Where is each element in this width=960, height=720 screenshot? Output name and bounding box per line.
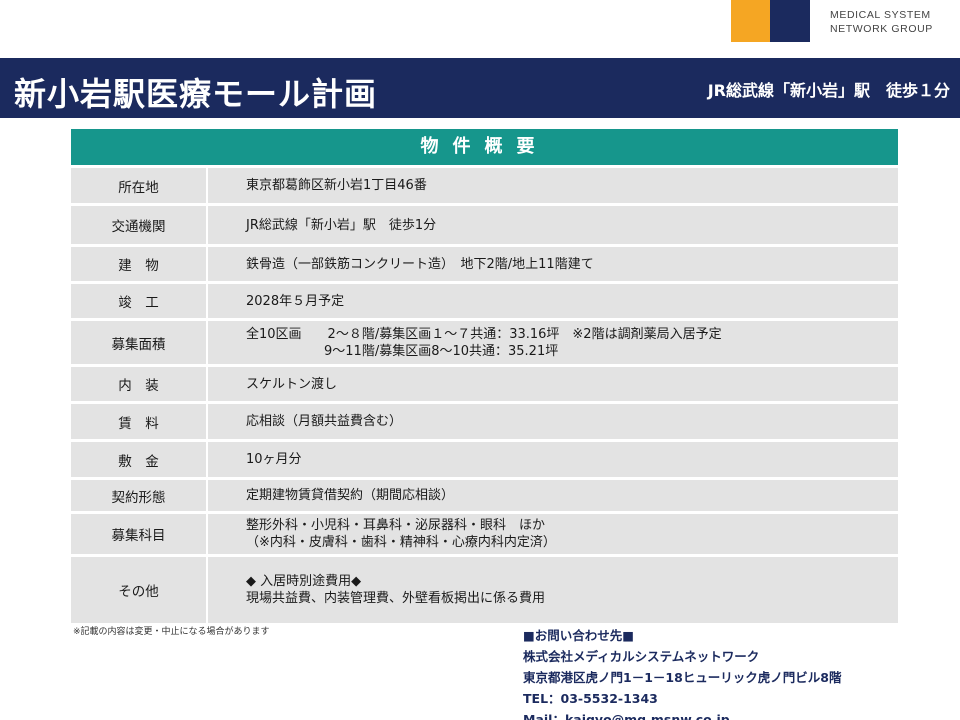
row-value-line: 東京都葛飾区新小岩1丁目46番	[246, 178, 427, 193]
table-heading: 物件概要	[71, 129, 898, 165]
row-value: 10ヶ月分	[208, 442, 898, 477]
row-value: スケルトン渡し	[208, 367, 898, 401]
row-value-line: 9～11階/募集区画8～10共通：35.21坪	[246, 343, 559, 359]
table-row: 所在地 東京都葛飾区新小岩1丁目46番	[71, 165, 898, 203]
row-label: 竣 工	[71, 284, 208, 318]
row-value-line: 定期建物賃貸借契約（期間応相談）	[246, 488, 455, 503]
table-row: 敷 金 10ヶ月分	[71, 439, 898, 477]
page-title: 新小岩駅医療モール計画	[14, 75, 378, 113]
table-row: 募集科目 整形外科・小児科・耳鼻科・泌尿器科・眼科 ほか （※内科・皮膚科・歯科・精…	[71, 511, 898, 554]
row-value-line: 10ヶ月分	[246, 452, 302, 467]
row-label: 建 物	[71, 247, 208, 281]
table-row: 交通機関 JR総武線「新小岩」駅 徒歩1分	[71, 203, 898, 244]
row-value-line: 現場共益費、内装管理費、外壁看板掲出に係る費用	[246, 591, 546, 606]
contact-company: 株式会社メディカルシステムネットワーク	[523, 649, 760, 664]
row-label: 所在地	[71, 168, 208, 203]
table-row: 竣 工 2028年５月予定	[71, 281, 898, 318]
row-value: 鉄骨造（一部鉄筋コンクリート造） 地下2階/地上11階建て	[208, 247, 898, 281]
row-label: 賃 料	[71, 404, 208, 439]
company-name-line2: NETWORK GROUP	[830, 23, 933, 35]
logo-orange-block	[731, 0, 770, 42]
table-row: 内 装 スケルトン渡し	[71, 364, 898, 401]
row-label: 契約形態	[71, 480, 208, 511]
table-row: 契約形態 定期建物賃貸借契約（期間応相談）	[71, 477, 898, 511]
contact-block: ■お問い合わせ先■ 株式会社メディカルシステムネットワーク 東京都港区虎ノ門1－…	[523, 625, 842, 720]
company-logo-text: MEDICAL SYSTEM NETWORK GROUP	[830, 8, 933, 36]
row-value-line: スケルトン渡し	[246, 376, 338, 392]
contact-address: 東京都港区虎ノ門1－1－18ヒューリック虎ノ門ビル8階	[523, 670, 842, 685]
table-row: その他 ◆ 入居時別途費用◆ 現場共益費、内装管理費、外壁看板掲出に係る費用	[71, 554, 898, 623]
row-value-line: （※内科・皮膚科・歯科・精神科・心療内科内定済）	[246, 535, 556, 550]
row-label: 募集面積	[71, 321, 208, 364]
table-row: 建 物 鉄骨造（一部鉄筋コンクリート造） 地下2階/地上11階建て	[71, 244, 898, 281]
row-value-line: JR総武線「新小岩」駅 徒歩1分	[246, 217, 437, 233]
row-label: その他	[71, 557, 208, 623]
row-value: 全10区画 2～８階/募集区画１～７共通：33.16坪 ※2階は調剤薬局入居予定…	[208, 321, 898, 364]
property-overview-table: 物件概要 所在地 東京都葛飾区新小岩1丁目46番交通機関 JR総武線「新小岩」駅 徒…	[71, 129, 898, 623]
row-value: ◆ 入居時別途費用◆ 現場共益費、内装管理費、外壁看板掲出に係る費用	[208, 557, 898, 623]
row-value-line: 2028年５月予定	[246, 293, 345, 309]
row-value-line: 全10区画 2～８階/募集区画１～７共通：33.16坪 ※2階は調剤薬局入居予定	[246, 326, 722, 342]
table-row: 募集面積 全10区画 2～８階/募集区画１～７共通：33.16坪 ※2階は調剤薬局…	[71, 318, 898, 364]
row-value-line: 応相談（月額共益費含む）	[246, 414, 403, 429]
row-value: 東京都葛飾区新小岩1丁目46番	[208, 168, 898, 203]
row-label: 募集科目	[71, 514, 208, 554]
logo-navy-block	[770, 0, 810, 42]
row-value: 整形外科・小児科・耳鼻科・泌尿器科・眼科 ほか （※内科・皮膚科・歯科・精神科・心…	[208, 514, 898, 554]
table-row: 賃 料 応相談（月額共益費含む）	[71, 401, 898, 439]
table-body: 所在地 東京都葛飾区新小岩1丁目46番交通機関 JR総武線「新小岩」駅 徒歩1分建 …	[71, 165, 898, 623]
company-name-line1: MEDICAL SYSTEM	[830, 9, 931, 21]
row-value: 2028年５月予定	[208, 284, 898, 318]
row-value-line: 整形外科・小児科・耳鼻科・泌尿器科・眼科 ほか	[246, 518, 546, 533]
row-value: 応相談（月額共益費含む）	[208, 404, 898, 439]
title-bar: 新小岩駅医療モール計画 JR総武線「新小岩」駅 徒歩１分	[0, 58, 960, 118]
row-label: 交通機関	[71, 206, 208, 244]
row-value: 定期建物賃貸借契約（期間応相談）	[208, 480, 898, 511]
row-label: 敷 金	[71, 442, 208, 477]
contact-tel: TEL：03-5532-1343	[523, 691, 658, 706]
row-label: 内 装	[71, 367, 208, 401]
contact-mail: Mail：kaigyo@mg.msnw.co.jp	[523, 712, 730, 720]
access-info: JR総武線「新小岩」駅 徒歩１分	[707, 81, 950, 100]
contact-heading: ■お問い合わせ先■	[523, 628, 635, 643]
footnote: ※記載の内容は変更・中止になる場合があります	[73, 627, 270, 637]
row-value-line: 鉄骨造（一部鉄筋コンクリート造） 地下2階/地上11階建て	[246, 256, 594, 272]
row-value: JR総武線「新小岩」駅 徒歩1分	[208, 206, 898, 244]
row-value-line: ◆ 入居時別途費用◆	[246, 574, 362, 589]
